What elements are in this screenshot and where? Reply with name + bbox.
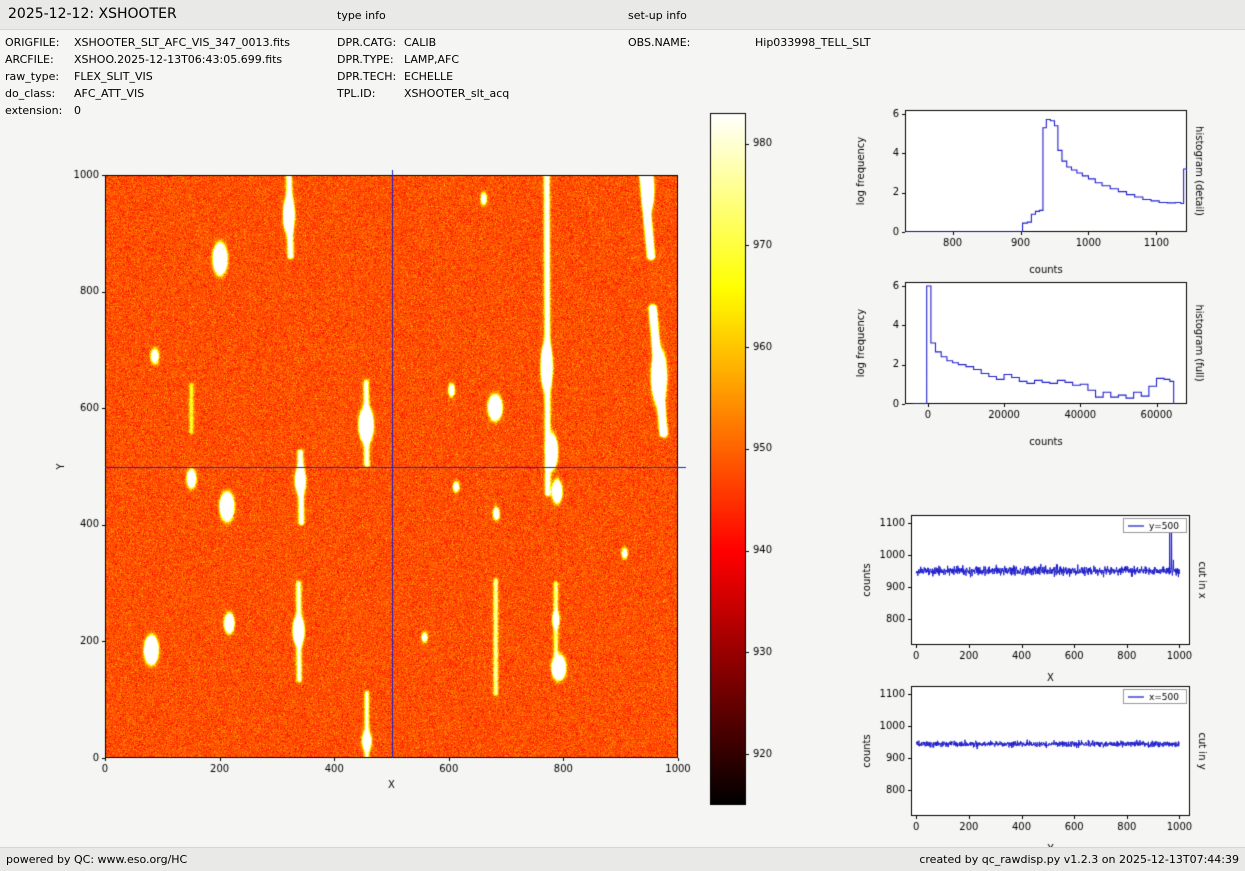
histogram-full-canvas xyxy=(835,272,1245,457)
footer-right-text: created by qc_rawdisp.py v1.2.3 on 2025-… xyxy=(919,853,1239,866)
file-info-list: ORIGFILE:XSHOOTER_SLT_AFC_VIS_347_0013.f… xyxy=(5,34,290,119)
field-value: XSHOO.2025-12-13T06:43:05.699.fits xyxy=(74,53,282,66)
field-value: LAMP,AFC xyxy=(404,53,459,66)
detector-image-canvas xyxy=(40,160,700,805)
field-value: AFC_ATT_VIS xyxy=(74,87,144,100)
field-value: XSHOOTER_SLT_AFC_VIS_347_0013.fits xyxy=(74,36,290,49)
field-value: CALIB xyxy=(404,36,436,49)
field-label: ORIGFILE: xyxy=(5,34,74,51)
field-label: raw_type: xyxy=(5,68,74,85)
field-label: ARCFILE: xyxy=(5,51,74,68)
setup-info-list: OBS.NAME:Hip033998_TELL_SLT xyxy=(628,34,871,51)
field-value: Hip033998_TELL_SLT xyxy=(755,36,871,49)
file-info-row-doclass: do_class:AFC_ATT_VIS xyxy=(5,85,290,102)
setup-info-row-obsname: OBS.NAME:Hip033998_TELL_SLT xyxy=(628,34,871,51)
type-info-heading: type info xyxy=(337,9,386,22)
type-info-row-dprcatg: DPR.CATG:CALIB xyxy=(337,34,509,51)
type-info-row-dprtype: DPR.TYPE:LAMP,AFC xyxy=(337,51,509,68)
histogram-detail-canvas xyxy=(835,100,1245,285)
field-label: do_class: xyxy=(5,85,74,102)
field-value: XSHOOTER_slt_acq xyxy=(404,87,509,100)
file-info-row-arcfile: ARCFILE:XSHOO.2025-12-13T06:43:05.699.fi… xyxy=(5,51,290,68)
setup-info-heading: set-up info xyxy=(628,9,687,22)
qc-report-page: { "page": { "bg_color": "#f5f5f3", "bar_… xyxy=(0,0,1245,870)
type-info-row-tplid: TPL.ID:XSHOOTER_slt_acq xyxy=(337,85,509,102)
footer-bar: powered by QC: www.eso.org/HC created by… xyxy=(0,847,1245,871)
field-value: ECHELLE xyxy=(404,70,453,83)
field-label: DPR.CATG: xyxy=(337,34,404,51)
cut-in-y-canvas xyxy=(835,676,1245,861)
colorbar-canvas xyxy=(705,108,795,818)
file-info-row-origfile: ORIGFILE:XSHOOTER_SLT_AFC_VIS_347_0013.f… xyxy=(5,34,290,51)
field-label: extension: xyxy=(5,102,74,119)
page-title: 2025-12-12: XSHOOTER xyxy=(8,6,177,22)
type-info-list: DPR.CATG:CALIB DPR.TYPE:LAMP,AFC DPR.TEC… xyxy=(337,34,509,102)
file-info-row-rawtype: raw_type:FLEX_SLIT_VIS xyxy=(5,68,290,85)
field-label: OBS.NAME: xyxy=(628,34,755,51)
field-label: DPR.TYPE: xyxy=(337,51,404,68)
field-label: DPR.TECH: xyxy=(337,68,404,85)
field-value: FLEX_SLIT_VIS xyxy=(74,70,153,83)
footer-left-text: powered by QC: www.eso.org/HC xyxy=(6,853,187,866)
header-bar: 2025-12-12: XSHOOTER type info set-up in… xyxy=(0,0,1245,30)
field-label: TPL.ID: xyxy=(337,85,404,102)
file-info-row-extension: extension:0 xyxy=(5,102,290,119)
cut-in-x-canvas xyxy=(835,505,1245,690)
type-info-row-dprtech: DPR.TECH:ECHELLE xyxy=(337,68,509,85)
field-value: 0 xyxy=(74,104,81,117)
